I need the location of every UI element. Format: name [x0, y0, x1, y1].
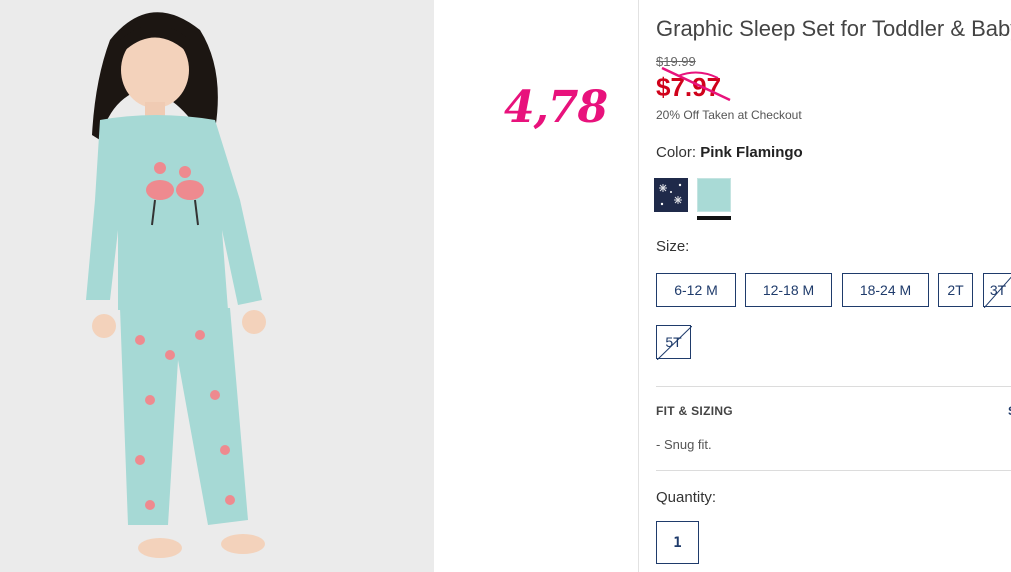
size-option-6-12m[interactable]: 6-12 M: [656, 273, 736, 307]
product-title: Graphic Sleep Set for Toddler & Baby: [656, 16, 1011, 41]
quantity-label: Quantity:: [656, 489, 717, 506]
price-strike-scribble: [661, 66, 731, 102]
swatch-navy-snowflake[interactable]: [654, 178, 688, 212]
column-divider: [638, 0, 639, 572]
quantity-select[interactable]: 1: [656, 521, 699, 564]
unavailable-slash-icon: [657, 326, 692, 360]
promo-text: 20% Off Taken at Checkout: [656, 108, 802, 122]
color-label-text: Color:: [656, 144, 697, 161]
snowflake-pattern-icon: [659, 183, 682, 206]
fit-sizing-header[interactable]: FIT & SIZING: [656, 404, 733, 418]
unavailable-slash-icon: [984, 276, 1011, 308]
product-info-panel: Graphic Sleep Set for Toddler & Baby $19…: [654, 0, 1011, 572]
price-annotation: 4,78: [504, 82, 608, 133]
product-photo: [0, 0, 434, 572]
size-option-18-24m[interactable]: 18-24 M: [842, 273, 929, 307]
size-option-5t-unavailable[interactable]: 5T: [656, 325, 692, 360]
size-option-2t[interactable]: 2T: [938, 273, 973, 307]
size-option-3t-unavailable[interactable]: 3T: [983, 273, 1011, 308]
section-divider: [656, 386, 1011, 387]
size-label: Size:: [656, 238, 690, 255]
swatch-pink-flamingo[interactable]: [697, 178, 731, 212]
selected-swatch-indicator: [697, 216, 731, 220]
section-divider: [656, 470, 1011, 471]
size-option-12-18m[interactable]: 12-18 M: [745, 273, 832, 307]
selected-color-name: Pink Flamingo: [700, 144, 803, 161]
color-label: Color: Pink Flamingo: [656, 144, 803, 161]
fit-bullet: - Snug fit.: [656, 437, 712, 452]
